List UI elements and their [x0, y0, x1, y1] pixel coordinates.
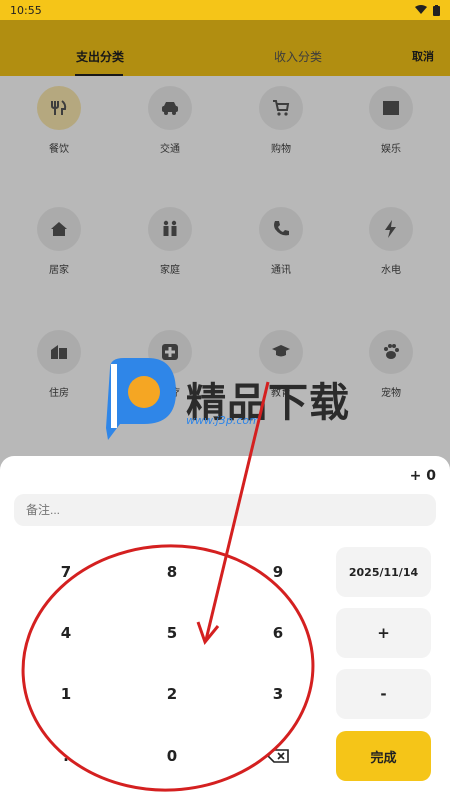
annotation-marks	[21, 381, 315, 792]
